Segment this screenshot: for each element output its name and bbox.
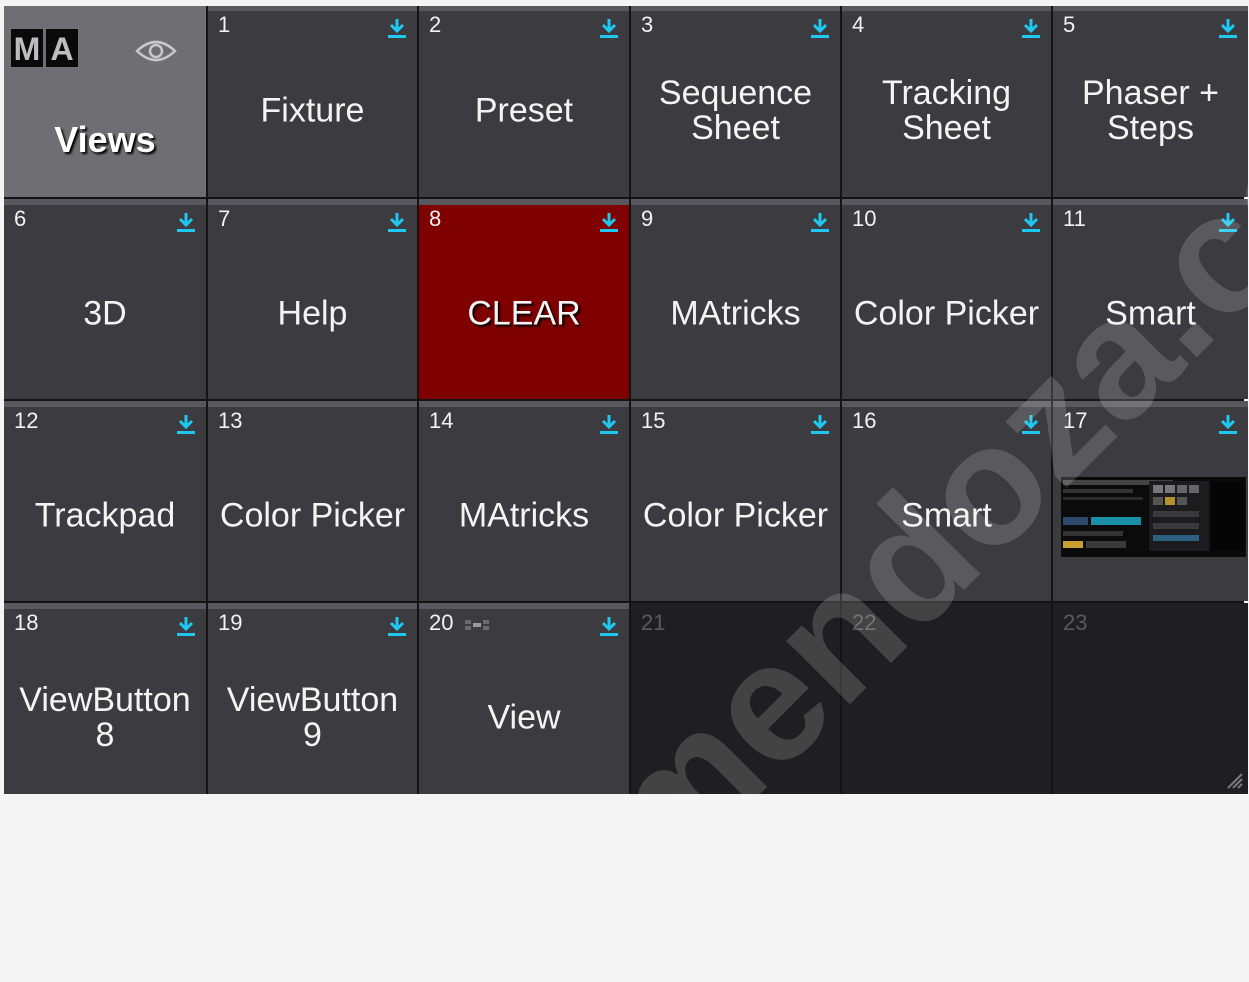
tile-number: 9 — [641, 206, 654, 231]
tile-number: 13 — [218, 408, 243, 433]
view-tile-12[interactable]: 12 Trackpad — [4, 401, 206, 601]
store-arrow-icon — [600, 19, 618, 38]
store-arrow-icon — [600, 617, 618, 636]
tile-number: 20 — [429, 610, 454, 635]
tile-number: 19 — [218, 610, 243, 635]
view-tile-17[interactable]: 17 — [1053, 401, 1248, 601]
tile-label: ViewButton 8 — [19, 681, 191, 755]
tile-number: 4 — [852, 12, 865, 37]
view-tile-15[interactable]: 15 Color Picker — [631, 401, 840, 601]
tile-label: 3D — [83, 294, 127, 333]
store-arrow-icon — [1219, 415, 1237, 434]
tile-number: 5 — [1063, 12, 1076, 37]
view-tile-23-empty[interactable]: 23 — [1053, 603, 1248, 794]
view-tile-19[interactable]: 19 ViewButton 9 — [208, 603, 417, 794]
store-arrow-icon — [811, 213, 829, 232]
view-tile-5[interactable]: 5 Phaser + Steps — [1053, 6, 1248, 197]
tile-label: ViewButton 9 — [226, 681, 399, 755]
store-arrow-icon — [811, 19, 829, 38]
view-tile-9[interactable]: 9 MAtricks — [631, 199, 840, 399]
view-tile-14[interactable]: 14 MAtricks — [419, 401, 629, 601]
view-tile-8-clear[interactable]: 8 CLEAR — [419, 199, 629, 399]
store-arrow-icon — [1219, 19, 1237, 38]
tile-number: 7 — [218, 206, 231, 231]
view-tile-2[interactable]: 2 Preset — [419, 6, 629, 197]
view-tile-13[interactable]: 13 Color Picker — [208, 401, 417, 601]
view-tile-4[interactable]: 4 Tracking Sheet — [842, 6, 1051, 197]
tile-label: Color Picker — [642, 496, 829, 535]
tile-number: 3 — [641, 12, 654, 37]
view-tile-20[interactable]: 20 View — [419, 603, 629, 794]
tile-label: Color Picker — [853, 294, 1040, 333]
tile-number: 2 — [429, 12, 442, 37]
view-tile-18[interactable]: 18 ViewButton 8 — [4, 603, 206, 794]
tile-number: 15 — [641, 408, 666, 433]
store-arrow-icon — [1022, 19, 1040, 38]
view-tile-1[interactable]: 1 Fixture — [208, 6, 417, 197]
tile-label: Smart — [1105, 294, 1196, 333]
view-tile-10[interactable]: 10 Color Picker — [842, 199, 1051, 399]
eye-icon[interactable] — [135, 39, 177, 63]
view-pool-header[interactable]: M A Views — [4, 6, 206, 197]
store-arrow-icon — [388, 19, 406, 38]
view-pool-title: Views — [54, 119, 156, 160]
tile-label: View — [487, 698, 561, 737]
store-arrow-icon — [1022, 415, 1040, 434]
store-arrow-icon — [177, 617, 195, 636]
tile-label: Help — [277, 294, 348, 333]
store-arrow-icon — [388, 617, 406, 636]
tile-label: CLEAR — [467, 294, 581, 333]
tile-label: Sequence Sheet — [658, 74, 813, 148]
view-tile-3[interactable]: 3 Sequence Sheet — [631, 6, 840, 197]
tile-number: 10 — [852, 206, 877, 231]
resize-grip-icon[interactable] — [1220, 766, 1244, 790]
view-pool-grid: M A Views 1 Fixture 2 Preset 3 Sequence … — [4, 6, 1248, 794]
store-arrow-icon — [1022, 213, 1040, 232]
store-arrow-icon — [1219, 213, 1237, 232]
tile-number: 16 — [852, 408, 877, 433]
tile-number: 23 — [1063, 610, 1088, 635]
tile-number: 21 — [641, 610, 666, 635]
ma-logo: M A — [11, 29, 78, 67]
tile-number: 8 — [429, 206, 442, 231]
store-arrow-icon — [811, 415, 829, 434]
store-arrow-icon — [600, 213, 618, 232]
tile-number: 18 — [14, 610, 39, 635]
store-arrow-icon — [177, 213, 195, 232]
tile-label: Fixture — [260, 91, 365, 130]
tile-number: 1 — [218, 12, 231, 37]
view-tile-21-empty[interactable]: 21 — [631, 603, 840, 794]
tile-number: 6 — [14, 206, 27, 231]
view-tile-6[interactable]: 6 3D — [4, 199, 206, 399]
view-tile-16[interactable]: 16 Smart — [842, 401, 1051, 601]
tile-label: Smart — [901, 496, 992, 535]
tile-number: 14 — [429, 408, 454, 433]
store-arrow-icon — [600, 415, 618, 434]
store-arrow-icon — [177, 415, 195, 434]
tile-number: 17 — [1063, 408, 1088, 433]
view-tile-22-empty[interactable]: 22 — [842, 603, 1051, 794]
logo-letter-a: A — [46, 29, 78, 67]
tile-label: MAtricks — [670, 294, 801, 333]
view-tile-7[interactable]: 7 Help — [208, 199, 417, 399]
tile-number: 11 — [1063, 206, 1086, 231]
tile-label: Preset — [474, 91, 574, 130]
view-layout-icon — [465, 620, 489, 630]
logo-letter-m: M — [11, 29, 43, 67]
view-screenshot-thumbnail — [1061, 477, 1246, 557]
store-arrow-icon — [388, 213, 406, 232]
tile-label: Phaser + Steps — [1081, 74, 1220, 148]
tile-label: Trackpad — [34, 496, 176, 535]
tile-number: 12 — [14, 408, 39, 433]
tile-label: Tracking Sheet — [881, 74, 1012, 148]
tile-label: Color Picker — [219, 496, 406, 535]
tile-number: 22 — [852, 610, 877, 635]
view-tile-11[interactable]: 11 Smart — [1053, 199, 1248, 399]
tile-label: MAtricks — [458, 496, 590, 535]
